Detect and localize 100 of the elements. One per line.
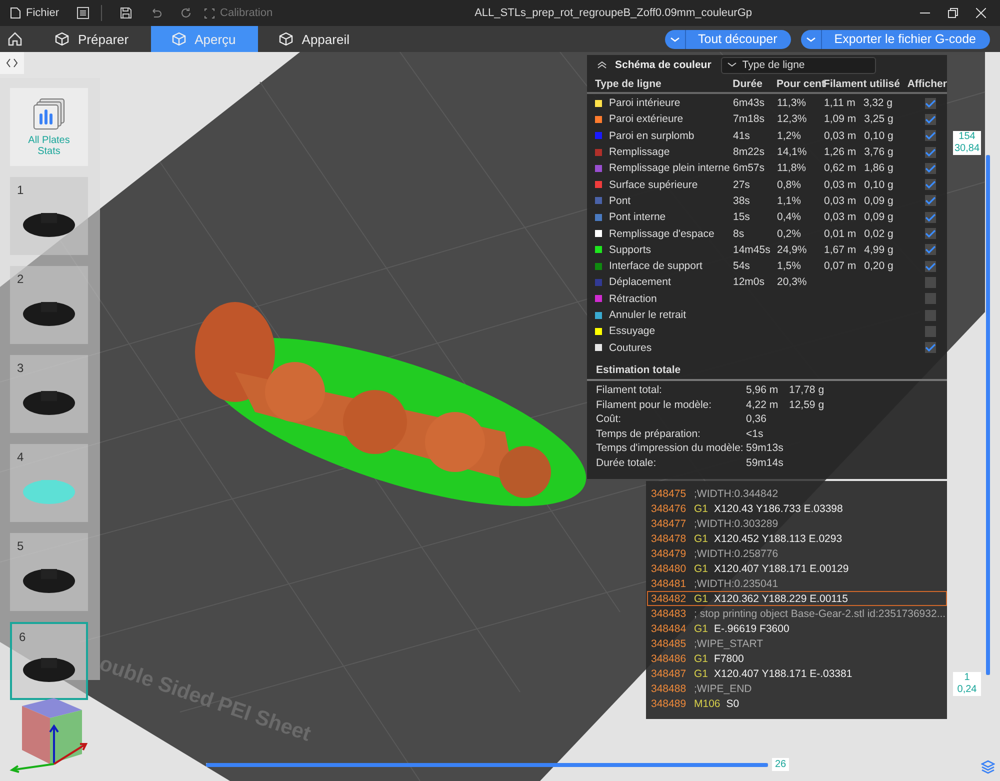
show-checkbox[interactable] — [924, 276, 936, 288]
redo-icon[interactable] — [180, 7, 192, 19]
window-title: ALL_STLs_prep_rot_regroupeB_Zoff0.09mm_couleurGp — [474, 7, 754, 19]
show-checkbox[interactable] — [924, 342, 936, 354]
line-number: 348486 — [651, 652, 688, 664]
line-type-label: Interface de support — [609, 260, 702, 272]
length-cell: 0,01 m — [824, 228, 856, 240]
line-type-label: Coutures — [609, 342, 652, 354]
plate-thumbnail[interactable]: 1 — [10, 177, 88, 255]
line-number: 348484 — [651, 622, 688, 634]
show-checkbox[interactable] — [924, 146, 936, 158]
check-icon — [924, 114, 936, 124]
line-type-label: Annuler le retrait — [609, 309, 686, 321]
scheme-dropdown[interactable]: Type de ligne — [721, 56, 876, 74]
total-value: 59m13s — [746, 442, 784, 454]
column-header: Filament utilisé — [824, 78, 901, 90]
totals-heading: Estimation totale — [587, 356, 947, 381]
show-checkbox[interactable] — [924, 212, 936, 223]
column-header: Afficher — [907, 78, 947, 90]
show-checkbox[interactable] — [924, 98, 936, 109]
duration-cell: 12m0s — [733, 276, 765, 288]
plate-thumbnail[interactable]: 6 — [10, 622, 88, 700]
line-type-label: Supports — [609, 244, 652, 256]
layer-slider-fill[interactable] — [986, 155, 990, 675]
move-slider-fill[interactable] — [206, 763, 768, 767]
nav-tab[interactable]: Appareil — [258, 26, 372, 52]
nav-tab[interactable]: Préparer — [34, 26, 151, 52]
show-checkbox[interactable] — [924, 260, 936, 272]
save-icon[interactable] — [120, 7, 132, 19]
move-slider-value: 26 — [772, 758, 790, 771]
show-checkbox[interactable] — [924, 195, 936, 206]
line-type-label: Remplissage d'espace — [609, 228, 714, 240]
sidebar-toggle[interactable] — [0, 52, 24, 74]
line-number: 348476 — [651, 502, 688, 514]
menu-icon[interactable] — [77, 7, 90, 19]
plate-thumbnail[interactable]: 4 — [10, 444, 88, 522]
total-label: Temps de préparation: — [596, 428, 702, 440]
close-icon[interactable] — [976, 8, 986, 18]
gcode-text: F7800 — [714, 652, 744, 664]
action-button[interactable]: Exporter le fichier G-code — [801, 30, 990, 48]
percent-cell: 24,9% — [777, 244, 807, 256]
weight-cell: 1,86 g — [864, 162, 894, 174]
percent-cell: 20,3% — [777, 276, 807, 288]
check-icon — [924, 229, 936, 238]
cube-icon — [278, 31, 294, 47]
line-type-label: Déplacement — [609, 276, 671, 288]
show-checkbox[interactable] — [924, 114, 936, 125]
percent-cell: 14,1% — [777, 146, 807, 158]
percent-cell: 11,3% — [777, 97, 806, 110]
layers-icon[interactable] — [981, 760, 995, 774]
total-label: Filament pour le modèle: — [596, 398, 713, 410]
show-checkbox[interactable] — [924, 310, 936, 320]
top-layer-label: 154 30,84 — [953, 131, 981, 155]
gcode-text: ;WIDTH:0.235041 — [694, 578, 778, 590]
show-checkbox[interactable] — [924, 228, 936, 240]
weight-cell: 0,09 g — [864, 211, 894, 224]
show-checkbox[interactable] — [924, 293, 936, 304]
total-value: 5,96 m — [746, 384, 780, 396]
weight-cell: 3,32 g — [863, 97, 893, 110]
line-type-label: Rétraction — [609, 292, 657, 305]
collapse-icon[interactable] — [597, 61, 607, 69]
plate-thumbnail[interactable]: 5 — [10, 533, 88, 611]
line-number: 348488 — [651, 682, 688, 694]
show-checkbox[interactable] — [924, 130, 936, 142]
cube-icon — [54, 31, 70, 47]
gcode-text: ;WIDTH:0.303289 — [694, 518, 778, 530]
bar-chart-icon — [32, 97, 66, 131]
line-number: 348482 — [651, 592, 688, 604]
duration-cell: 7m18s — [733, 113, 765, 126]
column-header: Pour cent — [776, 78, 824, 90]
legend-title: Schéma de couleur — [615, 59, 712, 71]
show-checkbox[interactable] — [924, 326, 936, 337]
show-checkbox[interactable] — [924, 244, 936, 256]
duration-cell: 14m45s — [733, 244, 770, 256]
file-menu[interactable]: Fichier — [10, 7, 60, 19]
percent-cell: 0,2% — [777, 228, 801, 240]
check-icon — [924, 262, 936, 271]
restore-icon[interactable] — [948, 8, 958, 18]
duration-cell: 54s — [733, 260, 750, 272]
line-type-label: Paroi extérieure — [609, 113, 684, 126]
duration-cell: 38s — [733, 194, 750, 207]
percent-cell: 1,2% — [777, 130, 801, 142]
plate-thumbnail[interactable]: 2 — [10, 266, 88, 344]
home-icon[interactable] — [8, 32, 22, 46]
line-type-label: Paroi en surplomb — [609, 130, 694, 142]
length-cell: 0,03 m — [824, 211, 856, 224]
weight-cell: 0,02 g — [864, 228, 894, 240]
percent-cell: 1,5% — [777, 260, 801, 272]
total-value: 4,22 m — [746, 398, 780, 410]
plate-thumbnail[interactable]: 3 — [10, 355, 88, 433]
gcode-command: G1 — [694, 562, 708, 574]
caret-icon — [806, 36, 816, 42]
line-number: 348480 — [651, 562, 688, 574]
show-checkbox[interactable] — [924, 179, 936, 190]
gcode-command: G1 — [694, 592, 708, 604]
length-cell: 1,09 m — [824, 113, 856, 126]
show-checkbox[interactable] — [924, 162, 936, 174]
undo-icon[interactable] — [150, 7, 162, 19]
action-button[interactable]: Tout découper — [665, 30, 792, 48]
line-number: 348479 — [651, 548, 688, 560]
